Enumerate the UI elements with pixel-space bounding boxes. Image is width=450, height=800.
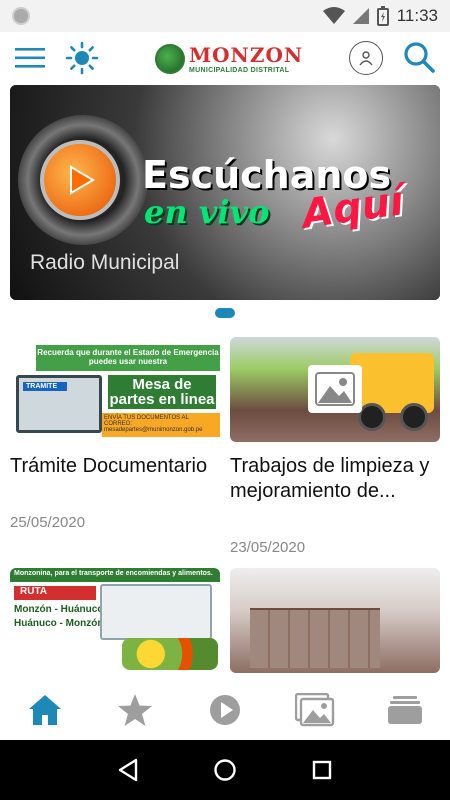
system-navigation-bar [0,740,450,800]
back-triangle-icon [119,758,138,782]
news-card[interactable]: Monzonina, para el transporte de encomie… [10,568,220,673]
radio-banner[interactable]: Escúchanos en vivo Aquí Radio Municipal [10,85,440,300]
logo-title: MONZON [189,42,304,67]
bottom-navigation [0,680,450,740]
nav-home[interactable] [15,685,75,735]
play-icon [210,695,240,725]
recents-square-icon [312,760,331,780]
menu-icon[interactable] [14,42,46,74]
truck-graphic [100,584,212,640]
recents-button[interactable] [302,750,342,790]
news-card-image: Recuerda que durante el Estado de Emerge… [10,337,220,442]
theme-toggle-sun-icon[interactable] [64,40,100,76]
star-icon [118,694,152,726]
app-header: MONZON MUNICIPALIDAD DISTRITAL [0,32,450,84]
news-card[interactable]: Recuerda que durante el Estado de Emerge… [10,337,220,537]
news-card[interactable]: Trabajos de limpieza y mejoramiento de..… [230,337,440,562]
boxes-graphic [250,608,380,668]
nav-sections[interactable] [375,685,435,735]
home-icon [29,695,61,725]
image-placeholder-icon [308,365,362,413]
stack-icon [388,696,422,724]
home-button[interactable] [205,750,245,790]
nav-favorites[interactable] [105,685,165,735]
produce-graphic [122,638,218,670]
news-card-date: 25/05/2020 [10,514,86,531]
nav-radio[interactable] [195,685,255,735]
loader-graphic [350,353,434,413]
logo-emblem-icon [155,44,185,74]
gallery-icon [295,693,335,727]
logo-subtitle: MUNICIPALIDAD DISTRITAL [189,66,290,74]
news-card-image: Monzonina, para el transporte de encomie… [10,568,220,673]
carousel-indicator[interactable] [215,308,235,318]
nav-gallery[interactable] [285,685,345,735]
news-card-title[interactable]: Trámite Documentario [10,454,207,479]
wifi-icon [322,7,345,24]
news-card-image [230,568,440,673]
clock: 11:33 [396,6,438,25]
banner-subheadline: en vivo [144,193,270,231]
signal-icon [352,8,369,24]
laptop-graphic: TRAMITE [16,375,102,433]
municipality-logo[interactable]: MONZON MUNICIPALIDAD DISTRITAL [155,40,305,78]
news-card-date: 23/05/2020 [230,539,306,556]
news-card-image [230,337,440,442]
banner-play-icon [40,140,120,220]
home-circle-icon [214,759,236,781]
search-icon[interactable] [402,40,436,74]
back-button[interactable] [108,750,148,790]
banner-caption: Radio Municipal [30,251,180,274]
news-card[interactable] [230,568,440,673]
account-icon[interactable] [349,41,383,75]
news-card-title[interactable]: Trabajos de limpieza y mejoramiento de..… [230,454,440,504]
notification-icon [12,7,30,25]
status-bar: 11:33 [0,0,450,32]
battery-icon [376,6,389,26]
